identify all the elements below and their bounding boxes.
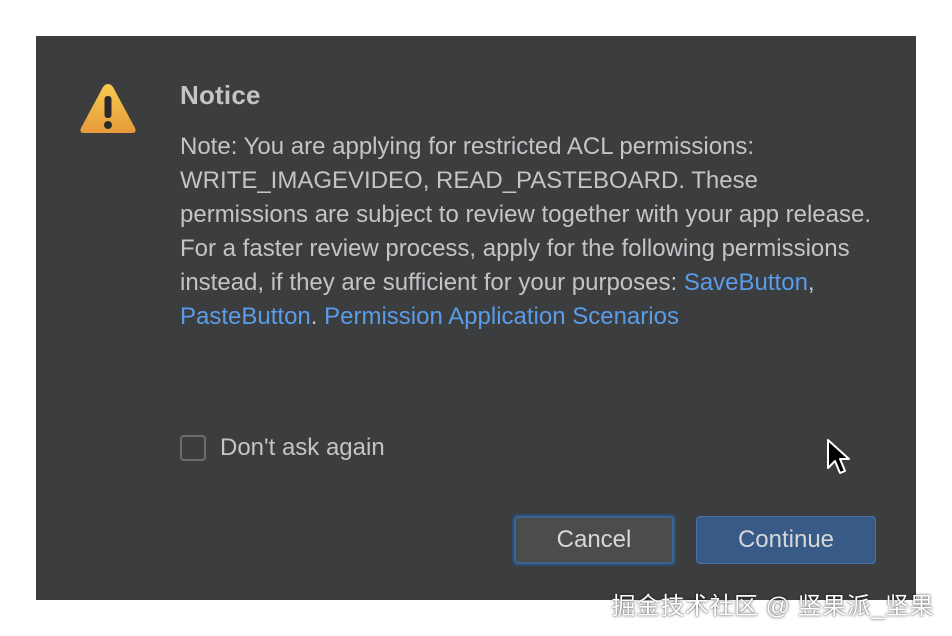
link-separator: . bbox=[310, 303, 325, 330]
dialog-message: Note: You are applying for restricted AC… bbox=[180, 130, 880, 334]
permission-scenarios-link[interactable]: Permission Application Scenarios bbox=[324, 303, 679, 330]
cancel-button[interactable]: Cancel bbox=[514, 516, 674, 564]
dont-ask-again-option[interactable]: Don't ask again bbox=[180, 434, 385, 462]
continue-button[interactable]: Continue bbox=[696, 516, 876, 564]
warning-icon bbox=[80, 84, 136, 133]
dont-ask-again-checkbox[interactable] bbox=[180, 435, 206, 461]
dialog-title: Notice bbox=[180, 80, 261, 110]
watermark-text: 掘金技术社区 @ 竖果派_坚果 bbox=[611, 593, 934, 620]
dont-ask-again-label[interactable]: Don't ask again bbox=[220, 434, 385, 462]
save-button-link[interactable]: SaveButton bbox=[684, 269, 808, 296]
paste-button-link[interactable]: PasteButton bbox=[180, 303, 311, 330]
link-separator: , bbox=[807, 269, 815, 296]
notice-dialog: Notice Note: You are applying for restri… bbox=[36, 36, 916, 600]
mouse-pointer-icon bbox=[827, 439, 850, 474]
